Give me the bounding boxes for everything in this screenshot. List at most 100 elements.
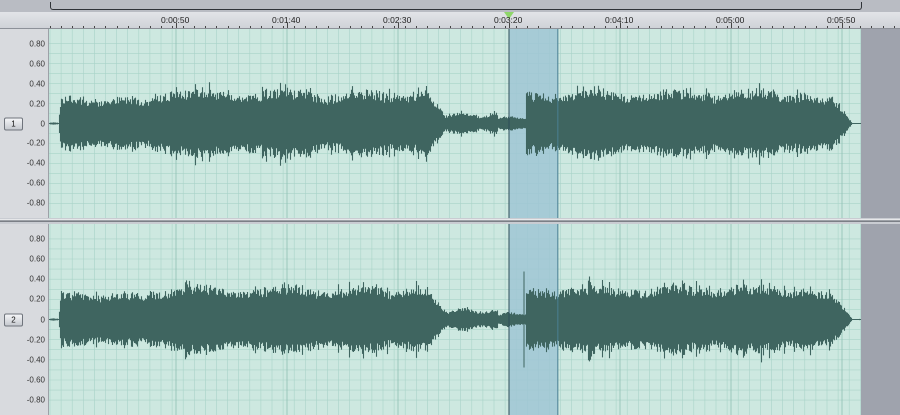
time-ruler[interactable]: 0:00:50 0:01:40 0:02:30 0:03:20 0:04:10 0:05:… (0, 12, 900, 29)
ruler-minor-tick (871, 26, 872, 28)
ruler-minor-tick (794, 26, 795, 28)
ruler-minor-tick (83, 26, 84, 28)
ruler-minor-tick (383, 26, 384, 28)
ruler-minor-tick (427, 26, 428, 28)
ruler-minor-tick (694, 26, 695, 28)
ruler-minor-tick (783, 26, 784, 28)
ruler-minor-tick (339, 26, 340, 28)
ruler-minor-tick (361, 26, 362, 28)
ruler-minor-tick (194, 26, 195, 28)
ruler-minor-tick (816, 26, 817, 28)
ruler-minor-tick (527, 26, 528, 28)
amplitude-label: 0.60 (29, 254, 45, 264)
waveform-view[interactable] (49, 29, 900, 415)
ruler-minor-tick (505, 26, 506, 28)
ruler-tick (620, 23, 621, 28)
ruler-minor-tick (272, 26, 273, 28)
ruler-tick (176, 23, 177, 28)
amplitude-label: -0.40 (26, 158, 45, 168)
ruler-minor-tick (638, 26, 639, 28)
ruler-tick (731, 23, 732, 28)
ruler-minor-tick (727, 26, 728, 28)
ruler-minor-tick (672, 26, 673, 28)
ruler-minor-tick (61, 26, 62, 28)
ruler-minor-tick (250, 26, 251, 28)
amplitude-label: 0 (40, 315, 45, 324)
ruler-minor-tick (572, 26, 573, 28)
ruler-minor-tick (350, 26, 351, 28)
ruler-minor-tick (139, 26, 140, 28)
ruler-minor-tick (294, 26, 295, 28)
ruler-minor-tick (472, 26, 473, 28)
ruler-minor-tick (416, 26, 417, 28)
channel-1-beyond-end (861, 29, 900, 218)
ruler-minor-tick (683, 26, 684, 28)
ruler-minor-tick (216, 26, 217, 28)
ruler-minor-tick (883, 26, 884, 28)
overview-visible-range[interactable] (50, 2, 862, 10)
ruler-tick (509, 23, 510, 28)
ruler-minor-tick (616, 26, 617, 28)
ruler-minor-tick (450, 26, 451, 28)
ruler-minor-tick (805, 26, 806, 28)
ruler-minor-tick (894, 26, 895, 28)
ruler-minor-tick (94, 26, 95, 28)
amplitude-label: -0.80 (26, 198, 45, 208)
ruler-minor-tick (772, 26, 773, 28)
ruler-tick (842, 23, 843, 28)
ruler-minor-tick (183, 26, 184, 28)
ruler-minor-tick (661, 26, 662, 28)
ruler-minor-tick (716, 26, 717, 28)
amplitude-label: 0.40 (29, 79, 45, 89)
ruler-minor-tick (538, 26, 539, 28)
ruler-tick (287, 23, 288, 28)
ruler-minor-tick (439, 26, 440, 28)
ruler-minor-tick (827, 26, 828, 28)
ruler-minor-tick (316, 26, 317, 28)
ruler-minor-tick (117, 26, 118, 28)
ruler-minor-tick (50, 26, 51, 28)
ruler-minor-tick (239, 26, 240, 28)
channel-2-beyond-end (861, 224, 900, 415)
ruler-minor-tick (228, 26, 229, 28)
amplitude-label: -0.20 (26, 138, 45, 148)
ruler-minor-tick (738, 26, 739, 28)
ruler-minor-tick (161, 26, 162, 28)
ruler-minor-tick (583, 26, 584, 28)
amplitude-label: -0.20 (26, 335, 45, 345)
ruler-minor-tick (494, 26, 495, 28)
ruler-minor-tick (283, 26, 284, 28)
ruler-minor-tick (627, 26, 628, 28)
ruler-minor-tick (749, 26, 750, 28)
ruler-minor-tick (72, 26, 73, 28)
ruler-minor-tick (394, 26, 395, 28)
amplitude-label: 0.40 (29, 274, 45, 284)
ruler-minor-tick (172, 26, 173, 28)
ruler-minor-tick (305, 26, 306, 28)
ruler-minor-tick (516, 26, 517, 28)
amplitude-label: 0 (40, 119, 45, 128)
ruler-minor-tick (461, 26, 462, 28)
ruler-minor-tick (372, 26, 373, 28)
channel-1-button[interactable]: 1 (4, 117, 23, 130)
amplitude-label: -0.60 (26, 178, 45, 188)
amplitude-label: 0.20 (29, 99, 45, 109)
ruler-minor-tick (261, 26, 262, 28)
ruler-minor-tick (328, 26, 329, 28)
amplitude-label: 0.20 (29, 294, 45, 304)
ruler-minor-tick (150, 26, 151, 28)
amplitude-label: -0.60 (26, 375, 45, 385)
ruler-minor-tick (760, 26, 761, 28)
channel-2-button[interactable]: 2 (4, 313, 23, 326)
amplitude-label: 0.80 (29, 39, 45, 49)
ruler-minor-tick (405, 26, 406, 28)
ruler-minor-tick (483, 26, 484, 28)
channel-2-amplitude-scale: 0.80 0.60 0.40 0.20 0 -0.20 -0.40 -0.60 -0.80 2 (0, 224, 49, 415)
ruler-tick (398, 23, 399, 28)
audio-editor: 0:00:50 0:01:40 0:02:30 0:03:20 0:04:10 0:05:… (0, 0, 900, 415)
ruler-minor-tick (838, 26, 839, 28)
channel-divider[interactable] (0, 219, 900, 222)
ruler-minor-tick (205, 26, 206, 28)
ruler-minor-tick (128, 26, 129, 28)
ruler-minor-tick (860, 26, 861, 28)
